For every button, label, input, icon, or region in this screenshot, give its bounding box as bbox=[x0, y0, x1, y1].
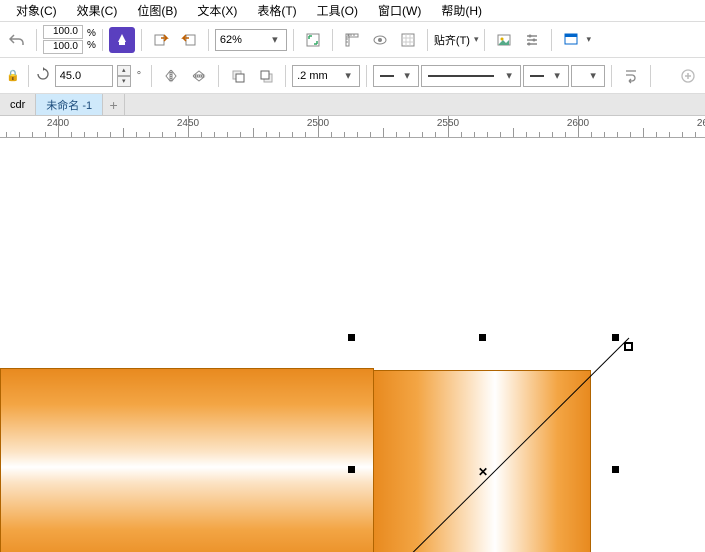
menu-effect[interactable]: 效果(C) bbox=[67, 0, 128, 21]
toolbar-2: 🔒 45.0 ▴▾ ° .2 mm ▾ ▾ ▾ ▾ ▾ bbox=[0, 58, 705, 94]
export-icon[interactable] bbox=[176, 27, 202, 53]
zoom-value: 62% bbox=[220, 34, 242, 46]
scale-stack: 100.0 100.0 bbox=[43, 25, 83, 54]
chevron-down-icon: ▾ bbox=[268, 33, 282, 46]
scale-y-input[interactable]: 100.0 bbox=[43, 40, 83, 54]
ruler-label: 2600 bbox=[567, 118, 589, 129]
line-end-dropdown[interactable]: ▾ bbox=[523, 65, 569, 87]
menubar: 对象(C) 效果(C) 位图(B) 文本(X) 表格(T) 工具(O) 窗口(W… bbox=[0, 0, 705, 22]
ruler-label: 2500 bbox=[307, 118, 329, 129]
tab-cdr[interactable]: cdr bbox=[0, 94, 36, 115]
menu-tools[interactable]: 工具(O) bbox=[307, 0, 368, 21]
center-mark[interactable]: ✕ bbox=[478, 465, 488, 479]
ruler-horizontal[interactable]: 2400 2450 2500 2550 2600 2650 bbox=[0, 116, 705, 138]
outline-width-dropdown[interactable]: .2 mm ▾ bbox=[292, 65, 360, 87]
to-front-icon[interactable] bbox=[225, 63, 251, 89]
scale-x-input[interactable]: 100.0 bbox=[43, 25, 83, 39]
chevron-down-icon: ▾ bbox=[586, 34, 591, 45]
menu-object[interactable]: 对象(C) bbox=[6, 0, 67, 21]
menu-text[interactable]: 文本(X) bbox=[187, 0, 247, 21]
chevron-down-icon: ▾ bbox=[502, 69, 516, 82]
chevron-down-icon: ▾ bbox=[400, 69, 414, 82]
rulers-icon[interactable] bbox=[339, 27, 365, 53]
line-style-dropdown[interactable]: ▾ bbox=[421, 65, 521, 87]
arrow-dropdown[interactable]: ▾ bbox=[571, 65, 605, 87]
selection-handle[interactable] bbox=[612, 334, 619, 341]
chevron-down-icon: ▾ bbox=[586, 69, 600, 82]
rotation-icon bbox=[35, 66, 51, 85]
line-start-dropdown[interactable]: ▾ bbox=[373, 65, 419, 87]
rotation-input[interactable]: 45.0 bbox=[55, 65, 113, 87]
ruler-label: 2400 bbox=[47, 118, 69, 129]
menu-window[interactable]: 窗口(W) bbox=[368, 0, 431, 21]
import-icon[interactable] bbox=[148, 27, 174, 53]
chevron-down-icon: ▾ bbox=[550, 69, 564, 82]
chevron-down-icon: ▾ bbox=[474, 34, 479, 45]
add-icon[interactable] bbox=[675, 63, 701, 89]
selection-handle[interactable] bbox=[348, 334, 355, 341]
tab-add[interactable]: + bbox=[103, 94, 125, 115]
mirror-v-icon[interactable] bbox=[186, 63, 212, 89]
menu-bitmap[interactable]: 位图(B) bbox=[127, 0, 187, 21]
selection-handle[interactable] bbox=[612, 466, 619, 473]
ruler-label: 2650 bbox=[697, 118, 705, 129]
tab-untitled[interactable]: 未命名 -1 bbox=[36, 94, 103, 115]
menu-help[interactable]: 帮助(H) bbox=[431, 0, 492, 21]
rotation-spinner[interactable]: ▴▾ bbox=[117, 65, 131, 87]
canvas[interactable]: ✕ bbox=[0, 138, 705, 552]
document-tabs: cdr 未命名 -1 + bbox=[0, 94, 705, 116]
mirror-h-icon[interactable] bbox=[158, 63, 184, 89]
fullscreen-icon[interactable] bbox=[300, 27, 326, 53]
rotation-group: 45.0 ▴▾ bbox=[35, 65, 131, 87]
menu-table[interactable]: 表格(T) bbox=[247, 0, 306, 21]
ruler-label: 2550 bbox=[437, 118, 459, 129]
selection-handle[interactable] bbox=[479, 334, 486, 341]
lock-icon[interactable]: 🔒 bbox=[4, 69, 22, 82]
grid-icon[interactable] bbox=[395, 27, 421, 53]
selection-handle[interactable] bbox=[348, 466, 355, 473]
preview-icon[interactable] bbox=[367, 27, 393, 53]
shape-vertical-bar[interactable] bbox=[373, 370, 591, 552]
toolbar-1: 100.0 100.0 % % 62% ▾ 贴齐(T) ▾ bbox=[0, 22, 705, 58]
gradient-handle-end[interactable] bbox=[624, 342, 633, 351]
shape-horizontal-bar[interactable] bbox=[0, 368, 374, 552]
outline-width-value: .2 mm bbox=[297, 70, 328, 82]
to-back-icon[interactable] bbox=[253, 63, 279, 89]
undo-button[interactable] bbox=[4, 27, 30, 53]
wrap-icon[interactable] bbox=[618, 63, 644, 89]
options-icon[interactable] bbox=[519, 27, 545, 53]
picture-icon[interactable] bbox=[491, 27, 517, 53]
ruler-label: 2450 bbox=[177, 118, 199, 129]
degree-icon: ° bbox=[133, 70, 145, 82]
zoom-dropdown[interactable]: 62% ▾ bbox=[215, 29, 287, 51]
snap-label[interactable]: 贴齐(T) bbox=[434, 32, 472, 48]
chevron-down-icon: ▾ bbox=[341, 69, 355, 82]
app-launcher-icon[interactable] bbox=[558, 27, 584, 53]
unit-label: % % bbox=[85, 28, 96, 52]
launch-icon[interactable] bbox=[109, 27, 135, 53]
